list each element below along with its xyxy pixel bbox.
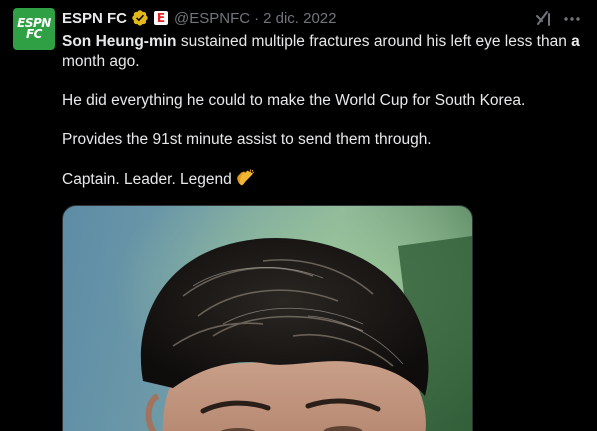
tweet-line1-rest: month ago. — [62, 53, 140, 70]
more-options-icon[interactable] — [562, 9, 582, 29]
tweet-paragraph-4: Captain. Leader. Legend — [62, 169, 582, 190]
affiliate-badge-letter: E — [156, 11, 166, 25]
verified-badge-icon[interactable] — [131, 9, 149, 27]
tweet-date[interactable]: 2 dic. 2022 — [263, 10, 336, 27]
tweet[interactable]: ESPN FC ESPN FC E @ESPNFC · 2 dic. 2022 … — [0, 0, 597, 431]
player-photo — [63, 206, 472, 431]
tweet-media-photo[interactable] — [62, 205, 473, 431]
tweet-line4-text: Captain. Leader. Legend — [62, 171, 232, 188]
avatar-logo-bottom: FC — [25, 27, 43, 41]
account-handle[interactable]: @ESPNFC — [174, 10, 250, 27]
clapping-hands-emoji — [237, 169, 254, 186]
tweet-paragraph-3: Provides the 91st minute assist to send … — [62, 131, 432, 148]
tweet-line1-middle: sustained multiple fractures around his … — [176, 33, 572, 50]
tweet-paragraph-1: Son Heung-min sustained multiple fractur… — [62, 32, 582, 72]
grok-icon[interactable] — [533, 8, 553, 28]
tweet-paragraph-2: He did everything he could to make the W… — [62, 92, 526, 109]
header-separator: · — [254, 9, 260, 27]
tweet-text: Son Heung-min sustained multiple fractur… — [62, 32, 582, 209]
tweet-header: ESPN FC E @ESPNFC · 2 dic. 2022 — [62, 7, 336, 29]
espn-affiliate-badge-icon[interactable]: E — [154, 11, 169, 25]
avatar[interactable]: ESPN FC — [13, 8, 55, 50]
display-name[interactable]: ESPN FC — [62, 10, 127, 27]
tweet-player-name: Son Heung-min — [62, 33, 177, 50]
tweet-line1-bold-end: a — [571, 33, 580, 50]
